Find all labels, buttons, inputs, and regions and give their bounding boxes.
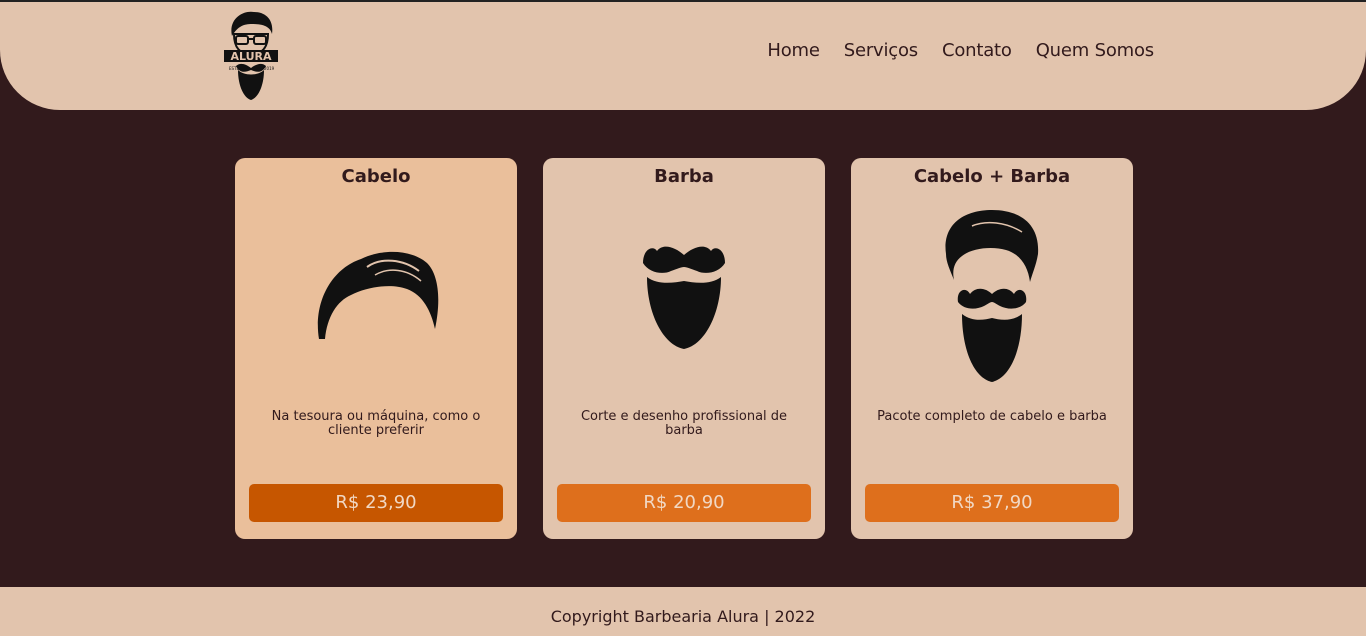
services-list: Cabelo Na tesoura ou máquina, como o cli… <box>235 158 1133 539</box>
site-footer: Copyright Barbearia Alura | 2022 <box>0 587 1366 636</box>
alura-logo[interactable]: ALURA ESTD 2019 <box>222 8 280 102</box>
card-title: Barba <box>654 166 714 187</box>
hair-icon <box>317 251 439 339</box>
price-button[interactable]: R$ 20,90 <box>557 484 811 522</box>
site-header: ALURA ESTD 2019 Home Serviços Contato Qu… <box>0 2 1366 110</box>
card-description: Corte e desenho profissional de barba <box>580 409 788 438</box>
copyright-text: Copyright Barbearia Alura | 2022 <box>550 607 816 626</box>
price-button[interactable]: R$ 37,90 <box>865 484 1119 522</box>
main-nav: Home Serviços Contato Quem Somos <box>767 40 1154 61</box>
service-card-cabelo-barba[interactable]: Cabelo + Barba Pacote completo de cabelo… <box>851 158 1133 539</box>
nav-contato[interactable]: Contato <box>942 40 1012 61</box>
card-title: Cabelo + Barba <box>913 166 1071 187</box>
service-card-cabelo[interactable]: Cabelo Na tesoura ou máquina, como o cli… <box>235 158 517 539</box>
service-card-barba[interactable]: Barba Corte e desenho profissional de ba… <box>543 158 825 539</box>
nav-home[interactable]: Home <box>767 40 820 61</box>
card-title: Cabelo <box>341 166 411 187</box>
price-button[interactable]: R$ 23,90 <box>249 484 503 522</box>
hair-beard-icon <box>945 210 1039 382</box>
nav-servicos[interactable]: Serviços <box>844 40 918 61</box>
card-description: Pacote completo de cabelo e barba <box>877 409 1107 424</box>
nav-quem-somos[interactable]: Quem Somos <box>1036 40 1154 61</box>
beard-icon <box>643 246 725 349</box>
card-description: Na tesoura ou máquina, como o cliente pr… <box>271 409 481 438</box>
logo-text: ALURA <box>230 50 272 63</box>
